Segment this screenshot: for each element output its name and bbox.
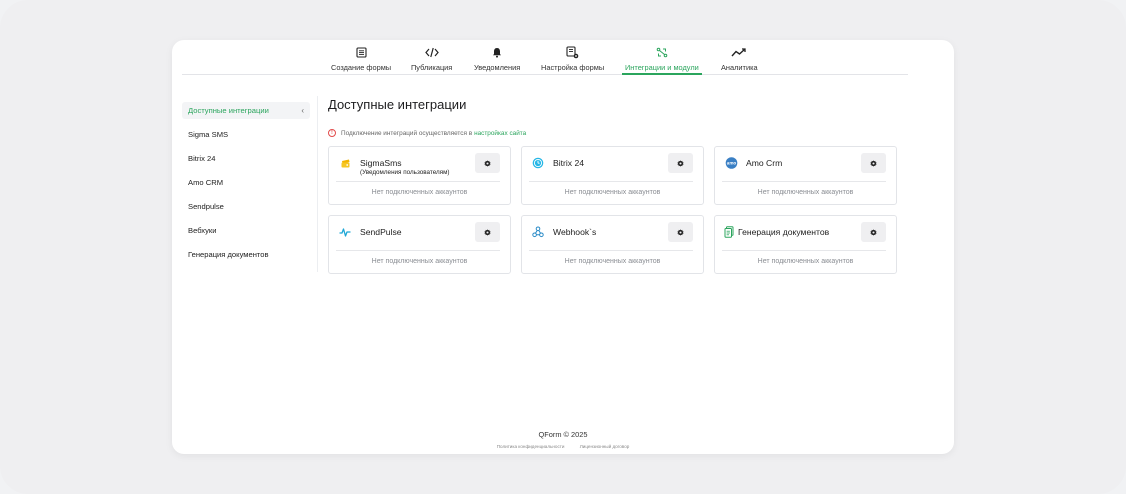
card-divider bbox=[529, 181, 693, 182]
sidebar-item-label: Bitrix 24 bbox=[188, 154, 216, 163]
settings-button[interactable] bbox=[668, 222, 693, 242]
tab-label: Интеграции и модули bbox=[625, 63, 699, 72]
sidebar-item-bitrix24[interactable]: Bitrix 24 bbox=[182, 150, 310, 167]
gear-icon bbox=[484, 159, 491, 167]
tab-publication[interactable]: Публикация bbox=[411, 45, 452, 75]
sidebar-item-available-integrations[interactable]: Доступные интеграции ‹ bbox=[182, 102, 310, 119]
webhook-icon bbox=[532, 226, 544, 238]
tab-notifications[interactable]: Уведомления bbox=[474, 45, 520, 75]
notice-text: Подключение интеграций осуществляется в bbox=[341, 129, 473, 137]
bitrix24-logo-icon bbox=[532, 157, 544, 169]
integration-card-amocrm: amo Amo Crm Нет подключенных аккаунтов bbox=[714, 146, 897, 205]
integration-name: Генерация документов bbox=[738, 227, 830, 237]
settings-button[interactable] bbox=[668, 153, 693, 173]
site-settings-link[interactable]: настройках сайта bbox=[474, 130, 526, 137]
sendpulse-logo-icon bbox=[339, 226, 351, 238]
warning-icon: ! bbox=[328, 129, 336, 137]
integration-name: SendPulse bbox=[360, 227, 402, 237]
tab-label: Создание формы bbox=[331, 63, 392, 72]
no-accounts-text: Нет подключенных аккаунтов bbox=[564, 258, 661, 265]
integration-name: SigmaSms bbox=[360, 158, 402, 168]
settings-button[interactable] bbox=[861, 222, 886, 242]
privacy-policy-link[interactable]: Политика конфиденциальности bbox=[497, 444, 565, 449]
footer-links: Политика конфиденциальности Лицензионный… bbox=[172, 444, 954, 449]
code-icon bbox=[424, 45, 439, 59]
no-accounts-text: Нет подключенных аккаунтов bbox=[371, 258, 468, 265]
sidebar-item-amo-crm[interactable]: Amo CRM bbox=[182, 174, 310, 191]
analytics-icon bbox=[731, 45, 747, 59]
card-divider bbox=[529, 250, 693, 251]
sidebar-item-document-generation[interactable]: Генерация документов bbox=[182, 246, 310, 263]
sidebar-item-label: Sendpulse bbox=[188, 202, 224, 211]
integration-card-sendpulse: SendPulse Нет подключенных аккаунтов bbox=[328, 215, 511, 274]
integration-card-document-generation: Генерация документов Нет подключенных ак… bbox=[714, 215, 897, 274]
card-divider bbox=[336, 181, 500, 182]
card-divider bbox=[722, 181, 886, 182]
amocrm-logo-icon: amo bbox=[724, 157, 739, 169]
no-accounts-text: Нет подключенных аккаунтов bbox=[564, 189, 661, 196]
tab-form-settings[interactable]: Настройка формы bbox=[541, 45, 604, 75]
chevron-left-icon[interactable]: ‹ bbox=[301, 106, 304, 115]
gear-icon bbox=[484, 228, 491, 236]
tab-form-builder[interactable]: Создание формы bbox=[331, 45, 391, 75]
integration-name: Bitrix 24 bbox=[553, 158, 585, 168]
card-divider bbox=[722, 250, 886, 251]
app-window: Создание формы Публикация Уведомления На… bbox=[172, 40, 954, 454]
no-accounts-text: Нет подключенных аккаунтов bbox=[757, 258, 854, 265]
sidebar-item-label: Генерация документов bbox=[188, 250, 269, 259]
footer-copyright: QForm © 2025 bbox=[538, 430, 588, 439]
settings-button[interactable] bbox=[861, 153, 886, 173]
integration-subtitle: (Уведомления пользователям) bbox=[360, 169, 450, 176]
no-accounts-text: Нет подключенных аккаунтов bbox=[757, 189, 854, 196]
tab-label: Аналитика bbox=[721, 63, 758, 72]
integration-card-sigmasms: SigmaSms (Уведомления пользователям) Нет… bbox=[328, 146, 511, 205]
sidebar-item-label: Amo CRM bbox=[188, 178, 224, 187]
card-divider bbox=[336, 250, 500, 251]
gear-icon bbox=[677, 228, 684, 236]
integration-name: Amo Crm bbox=[746, 158, 783, 168]
integrations-icon bbox=[656, 45, 668, 59]
gear-icon bbox=[870, 228, 877, 236]
no-accounts-text: Нет подключенных аккаунтов bbox=[371, 189, 468, 196]
tab-analytics[interactable]: Аналитика bbox=[721, 45, 758, 75]
license-agreement-link[interactable]: Лицензионный договор bbox=[580, 444, 630, 449]
top-navigation: Создание формы Публикация Уведомления На… bbox=[182, 40, 908, 75]
bell-icon bbox=[492, 45, 502, 59]
page-title: Доступные интеграции bbox=[328, 97, 467, 112]
integration-card-bitrix24: Bitrix 24 Нет подключенных аккаунтов bbox=[521, 146, 704, 205]
gear-icon bbox=[677, 159, 684, 167]
gear-icon bbox=[870, 159, 877, 167]
integrations-sidebar: Доступные интеграции ‹ Sigma SMS Bitrix … bbox=[182, 96, 318, 272]
integration-name: Webhook`s bbox=[553, 227, 597, 237]
settings-button[interactable] bbox=[475, 153, 500, 173]
settings-button[interactable] bbox=[475, 222, 500, 242]
integration-card-webhooks: Webhook`s Нет подключенных аккаунтов bbox=[521, 215, 704, 274]
document-generation-icon bbox=[723, 226, 735, 238]
sidebar-item-sendpulse[interactable]: Sendpulse bbox=[182, 198, 310, 215]
sidebar-item-label: Sigma SMS bbox=[188, 130, 229, 139]
tab-integrations[interactable]: Интеграции и модули bbox=[622, 45, 702, 75]
sidebar-item-sigma-sms[interactable]: Sigma SMS bbox=[182, 126, 310, 143]
sidebar-item-webhooks[interactable]: Вебхуки bbox=[182, 222, 310, 239]
amo-logo-text: amo bbox=[727, 161, 737, 166]
sidebar-item-label: Вебхуки bbox=[188, 226, 217, 235]
form-icon bbox=[355, 45, 367, 59]
tab-label: Настройка формы bbox=[541, 63, 605, 72]
integration-notice: ! Подключение интеграций осуществляется … bbox=[328, 129, 526, 137]
tab-label: Публикация bbox=[411, 63, 453, 72]
sidebar-item-label: Доступные интеграции bbox=[188, 106, 269, 115]
form-settings-icon bbox=[566, 45, 579, 59]
sigmasms-logo-icon bbox=[339, 157, 351, 169]
tab-label: Уведомления bbox=[474, 63, 521, 72]
